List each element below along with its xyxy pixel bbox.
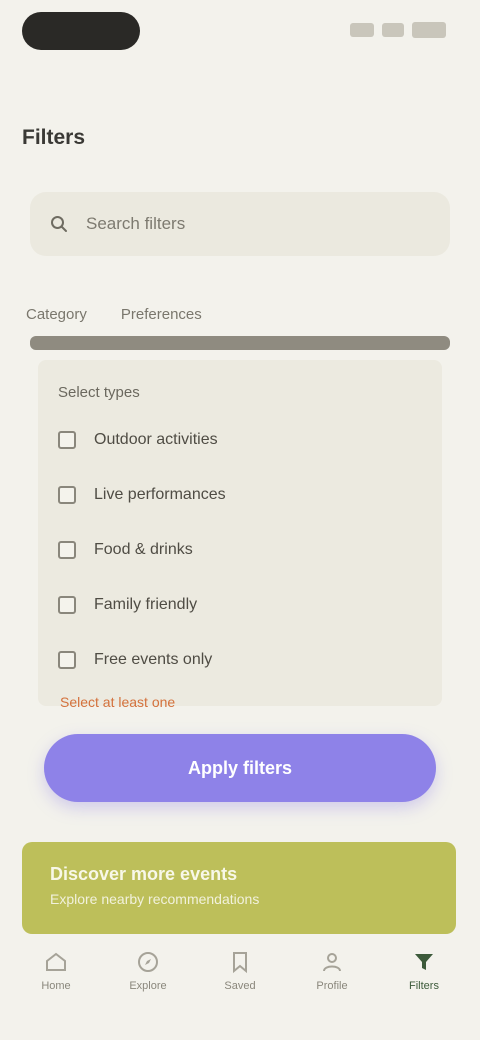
- search-bar[interactable]: [30, 192, 450, 256]
- section-tabs: Category Preferences: [26, 306, 456, 323]
- user-icon: [320, 950, 344, 974]
- camera-pill: [22, 12, 140, 50]
- checkbox[interactable]: [58, 651, 76, 669]
- option-outdoor[interactable]: Outdoor activities: [58, 422, 418, 458]
- option-label: Live performances: [94, 486, 226, 503]
- option-family[interactable]: Family friendly: [58, 587, 418, 623]
- apply-button[interactable]: Apply filters: [44, 734, 436, 802]
- option-label: Free events only: [94, 651, 213, 668]
- tab-home[interactable]: Home: [21, 950, 91, 992]
- tab-profile[interactable]: Profile: [297, 950, 367, 992]
- option-live[interactable]: Live performances: [58, 477, 418, 513]
- status-icons: [350, 22, 446, 38]
- search-input[interactable]: [84, 213, 430, 235]
- bottom-tab-bar: Home Explore Saved Profile Filters: [0, 940, 480, 1000]
- home-icon: [44, 950, 68, 974]
- promo-title: Discover more events: [50, 864, 238, 884]
- options-panel: Select types Outdoor activities Live per…: [38, 360, 442, 706]
- tab-label: Profile: [316, 980, 348, 992]
- battery-icon: [412, 22, 446, 38]
- filter-icon: [412, 950, 436, 974]
- section-divider: [30, 336, 450, 350]
- option-free[interactable]: Free events only: [58, 642, 418, 678]
- search-icon: [50, 215, 68, 233]
- panel-label: Select types: [58, 384, 140, 401]
- promo-banner[interactable]: Discover more events Explore nearby reco…: [22, 842, 456, 934]
- page-title: Filters: [22, 126, 86, 149]
- promo-subtitle: Explore nearby recommendations: [50, 891, 260, 907]
- tab-preferences[interactable]: Preferences: [121, 306, 202, 323]
- checkbox[interactable]: [58, 431, 76, 449]
- validation-warning: Select at least one: [60, 694, 176, 710]
- option-label: Food & drinks: [94, 541, 193, 558]
- bookmark-icon: [228, 950, 252, 974]
- option-label: Family friendly: [94, 596, 198, 613]
- tab-filters[interactable]: Filters: [389, 950, 459, 992]
- tab-explore[interactable]: Explore: [113, 950, 183, 992]
- tab-label: Saved: [224, 980, 256, 992]
- tab-label: Home: [41, 980, 71, 992]
- tab-category[interactable]: Category: [26, 306, 87, 323]
- wifi-icon: [382, 23, 404, 37]
- tab-saved[interactable]: Saved: [205, 950, 275, 992]
- option-label: Outdoor activities: [94, 431, 218, 448]
- checkbox[interactable]: [58, 596, 76, 614]
- checkbox[interactable]: [58, 486, 76, 504]
- checkbox[interactable]: [58, 541, 76, 559]
- signal-icon: [350, 23, 374, 37]
- option-food[interactable]: Food & drinks: [58, 532, 418, 568]
- status-bar: [0, 0, 480, 64]
- compass-icon: [136, 950, 160, 974]
- tab-label: Explore: [129, 980, 167, 992]
- tab-label: Filters: [409, 980, 439, 992]
